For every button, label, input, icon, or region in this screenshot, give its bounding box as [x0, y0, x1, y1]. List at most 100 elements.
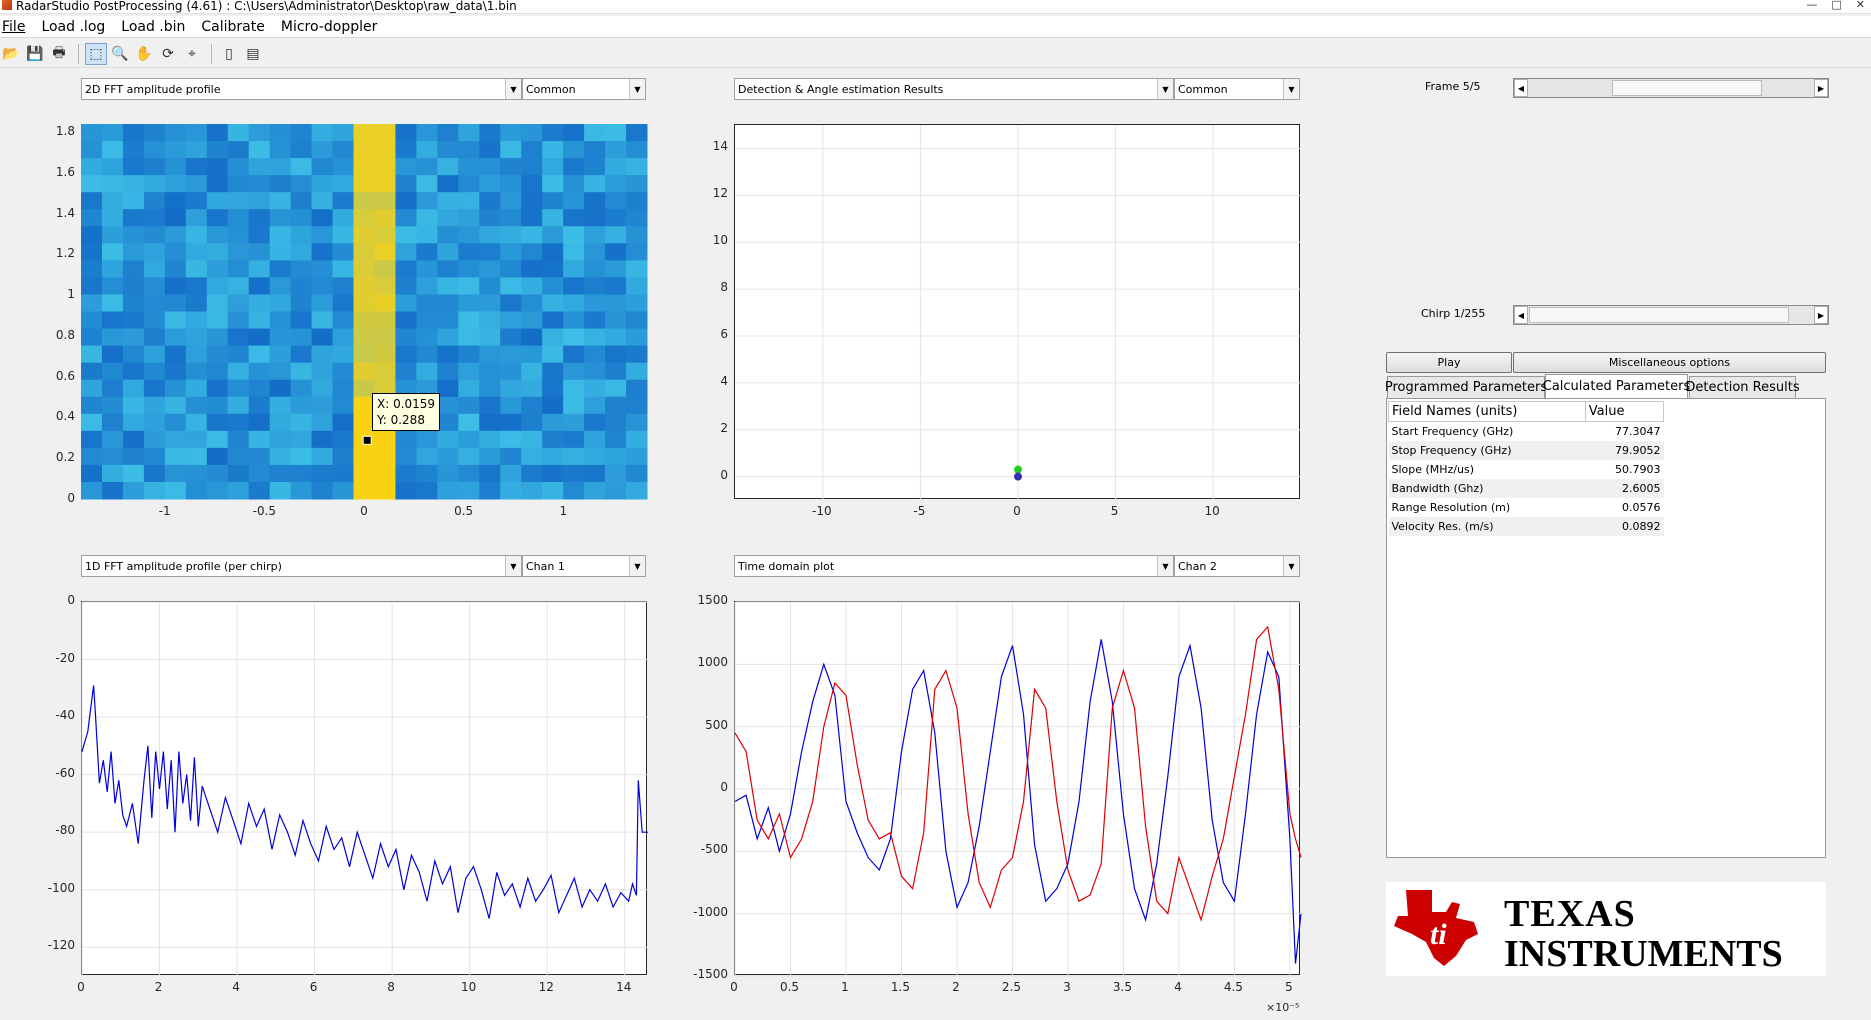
menu-load-bin[interactable]: Load .bin: [113, 16, 193, 38]
heatmap-cell: [227, 362, 250, 381]
heatmap-cell: [269, 311, 292, 330]
heatmap-cell: [185, 175, 208, 193]
data-point[interactable]: [1014, 472, 1022, 481]
arrow-right-icon[interactable]: ▶: [1814, 306, 1828, 324]
heatmap-cell: [248, 447, 271, 466]
heatmap-cell: [206, 192, 229, 210]
x-tick-label: 0.5: [454, 504, 474, 518]
maximize-icon[interactable]: □: [1831, 0, 1841, 10]
colorbar-icon[interactable]: ▯: [218, 43, 240, 65]
data-cursor-icon[interactable]: ⌖: [181, 43, 203, 65]
heatmap-cell: [374, 430, 396, 449]
heatmap-cell: [143, 277, 166, 295]
heatmap-cell: [122, 175, 145, 193]
select-icon[interactable]: ⬚: [85, 42, 107, 65]
heatmap-cell: [290, 277, 313, 295]
heatmap-cell: [353, 192, 375, 210]
heatmap-cell: [521, 345, 543, 364]
print-icon[interactable]: 🖶: [48, 43, 70, 65]
heatmap-cell: [143, 481, 166, 500]
heatmap-cell: [521, 481, 543, 500]
heatmap-cell: [290, 141, 313, 159]
heatmap-cell: [269, 328, 292, 347]
tr-option-select[interactable]: Common ▼: [1174, 78, 1300, 100]
rotate-icon[interactable]: ⟳: [157, 43, 179, 65]
frame-slider[interactable]: ◀ ▶: [1513, 78, 1829, 98]
heatmap-cell: [332, 379, 355, 398]
tl-plot-select[interactable]: 2D FFT amplitude profile ▼: [81, 78, 522, 100]
heatmap-cell: [521, 158, 543, 176]
data-tip[interactable]: X: 0.0159 Y: 0.288: [372, 393, 441, 431]
legend-icon[interactable]: ▤: [242, 43, 264, 65]
tab-calculated-parameters[interactable]: Calculated Parameters: [1543, 374, 1690, 398]
tr-plot-select[interactable]: Detection & Angle estimation Results ▼: [734, 78, 1174, 100]
fft1d-axes[interactable]: [81, 601, 648, 976]
bl-option-select[interactable]: Chan 1 ▼: [522, 555, 646, 577]
heatmap-cell: [521, 277, 543, 295]
x-exponent-label: ×10⁻⁵: [1266, 1001, 1300, 1014]
heatmap-cell: [584, 294, 606, 312]
heatmap-cell: [227, 294, 250, 312]
heatmap-cell: [395, 260, 417, 278]
heatmap-cell: [395, 124, 417, 142]
menu-load-log[interactable]: Load .log: [33, 16, 113, 38]
heatmap-cell: [542, 464, 564, 483]
arrow-left-icon[interactable]: ◀: [1514, 306, 1528, 324]
heatmap-cell: [206, 226, 229, 244]
br-option-select[interactable]: Chan 2 ▼: [1174, 555, 1300, 577]
heatmap-cell: [143, 243, 166, 261]
play-button[interactable]: Play: [1386, 352, 1512, 373]
heatmap-cell: [605, 226, 627, 244]
chirp-slider[interactable]: ◀ ▶: [1513, 305, 1829, 325]
minimize-icon[interactable]: —: [1806, 0, 1817, 10]
heatmap-cell: [479, 328, 501, 347]
heatmap-cell: [143, 141, 166, 159]
x-tick-label: 6: [309, 980, 318, 994]
menu-micro-doppler[interactable]: Micro-doppler: [273, 16, 385, 38]
open-icon[interactable]: 📂: [0, 43, 22, 65]
tab-detection-results[interactable]: Detection Results: [1685, 376, 1800, 398]
heatmap-cell: [81, 141, 103, 159]
heatmap-cell: [437, 481, 459, 500]
datatip-marker[interactable]: [362, 435, 372, 445]
heatmap-cell: [185, 362, 208, 381]
data-point[interactable]: [1014, 465, 1022, 474]
time-domain-axes[interactable]: [734, 601, 1302, 977]
column-header-value[interactable]: Value: [1584, 401, 1665, 422]
window-controls: — □ ✕: [1806, 0, 1865, 10]
misc-options-button[interactable]: Miscellaneous options: [1513, 352, 1826, 373]
close-icon[interactable]: ✕: [1856, 0, 1865, 10]
heatmap-cell: [227, 192, 250, 210]
detection-axes[interactable]: [734, 124, 1301, 500]
heatmap-cell: [500, 277, 522, 295]
bl-plot-select[interactable]: 1D FFT amplitude profile (per chirp) ▼: [81, 555, 522, 577]
chart-svg: [735, 125, 1301, 500]
tl-option-select[interactable]: Common ▼: [522, 78, 646, 100]
heatmap-cell: [521, 362, 543, 381]
heatmap-cell: [374, 192, 396, 210]
heatmap-cell: [206, 396, 229, 415]
pan-icon[interactable]: ✋: [133, 43, 155, 65]
heatmap-cell: [563, 362, 585, 381]
frame-slider-thumb[interactable]: [1612, 80, 1763, 96]
column-header-field[interactable]: Field Names (units): [1388, 401, 1586, 422]
zoom-in-icon[interactable]: 🔍: [109, 43, 131, 65]
heatmap-cell: [479, 447, 501, 466]
arrow-left-icon[interactable]: ◀: [1514, 79, 1528, 97]
heatmap-cell: [395, 141, 417, 159]
menu-calibrate[interactable]: Calibrate: [193, 16, 272, 38]
heatmap-cell: [626, 362, 648, 381]
menu-file[interactable]: File: [0, 16, 33, 38]
heatmap-axes[interactable]: [81, 124, 648, 500]
y-tick-label: 0.2: [55, 450, 75, 465]
arrow-right-icon[interactable]: ▶: [1814, 79, 1828, 97]
chirp-slider-thumb[interactable]: [1529, 307, 1789, 323]
heatmap-cell: [164, 277, 187, 295]
br-plot-select[interactable]: Time domain plot ▼: [734, 555, 1174, 577]
heatmap-cell: [437, 260, 459, 278]
save-icon[interactable]: 💾: [24, 43, 46, 65]
tab-programmed-parameters[interactable]: Programmed Parameters: [1385, 376, 1547, 398]
heatmap-cell: [605, 175, 627, 193]
frame-label: Frame 5/5: [1425, 80, 1481, 93]
heatmap-cell: [563, 294, 585, 312]
